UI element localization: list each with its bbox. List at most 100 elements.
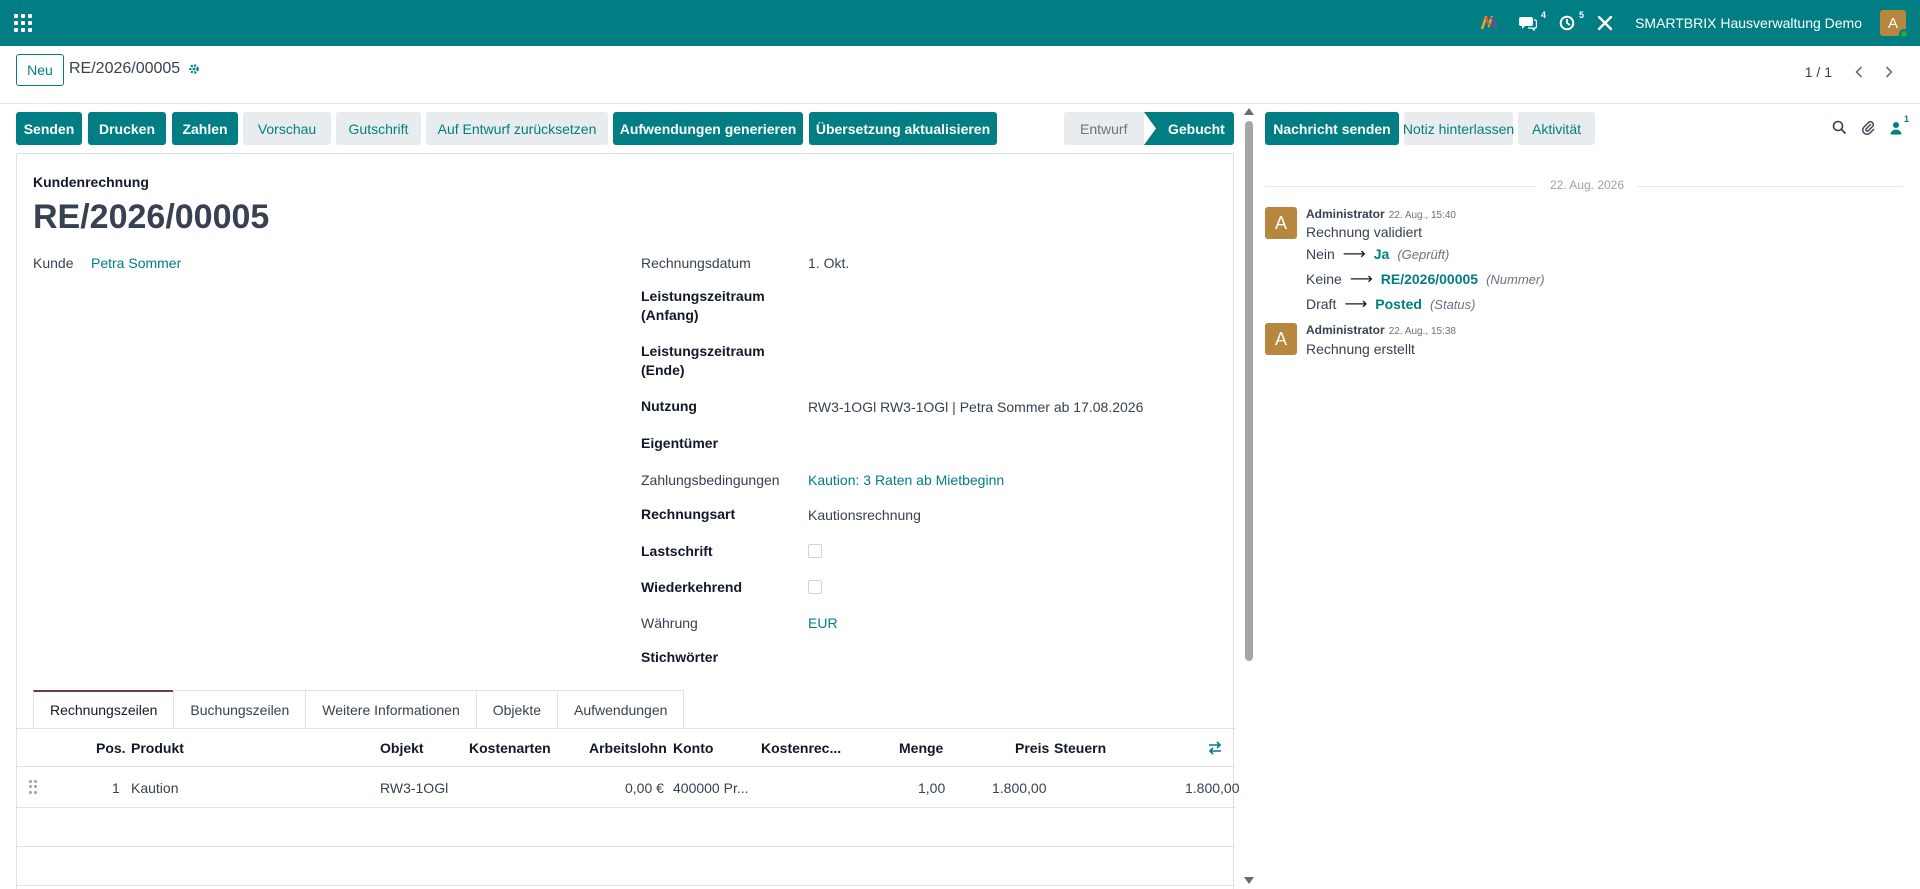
- tab-journal-items[interactable]: Buchungszeilen: [173, 690, 307, 728]
- new-button[interactable]: Neu: [16, 54, 64, 86]
- activities-clock-icon[interactable]: 5: [1559, 10, 1584, 31]
- form-statusbar: Senden Drucken Zahlen Vorschau Gutschrif…: [16, 112, 1234, 146]
- date-separator-text: 22. Aug. 2026: [1549, 178, 1625, 192]
- col-object[interactable]: Objekt: [380, 740, 424, 756]
- col-account[interactable]: Konto: [673, 740, 713, 756]
- user-avatar-letter: A: [1887, 14, 1898, 32]
- scrollbar-thumb[interactable]: [1245, 121, 1253, 661]
- table-empty-row: [17, 809, 1235, 847]
- user-avatar[interactable]: A: [1880, 10, 1909, 39]
- period-start-label: Leistungszeitraum (Anfang): [641, 288, 765, 323]
- chatter-toolbar-icons: 1: [1818, 114, 1909, 135]
- send-button[interactable]: Senden: [16, 112, 82, 145]
- col-pos[interactable]: Pos.: [96, 740, 126, 756]
- recurring-label: Wiederkehrend: [641, 579, 743, 595]
- form-sheet: Kundenrechnung RE/2026/00005 Kunde Petra…: [16, 153, 1240, 889]
- tracking-old-value: Nein: [1306, 246, 1335, 262]
- customer-field[interactable]: Petra Sommer: [91, 255, 181, 271]
- col-quantity[interactable]: Menge: [899, 740, 943, 756]
- paperclip-icon[interactable]: [1861, 120, 1876, 135]
- cell-subtotal: 1.800,00: [1185, 780, 1240, 796]
- search-icon[interactable]: [1832, 120, 1847, 135]
- apps-menu-icon[interactable]: [14, 14, 32, 32]
- direct-debit-checkbox[interactable]: [808, 544, 822, 558]
- usage-label: Nutzung: [641, 398, 697, 414]
- debug-tools-icon[interactable]: [1597, 15, 1613, 31]
- cell-price: 1.800,00: [992, 780, 1047, 796]
- col-price[interactable]: Preis: [1015, 740, 1049, 756]
- pager-value[interactable]: 1 / 1: [1805, 64, 1832, 80]
- preview-button[interactable]: Vorschau: [243, 112, 331, 145]
- chatter-panel: Nachricht senden Notiz hinterlassen Akti…: [1258, 104, 1920, 889]
- followers-icon[interactable]: 1: [1890, 114, 1909, 135]
- period-end-label-line1: Leistungszeitraum: [641, 343, 765, 359]
- period-start-label-line1: Leistungszeitraum: [641, 288, 765, 304]
- invoice-date-field[interactable]: 1. Okt.: [808, 255, 849, 271]
- period-start-label-line2: (Anfang): [641, 307, 699, 323]
- notebook-tabs: Rechnungszeilen Buchungszeilen Weitere I…: [33, 690, 685, 728]
- company-switcher[interactable]: SMARTBRIX Hausverwaltung Demo: [1635, 15, 1862, 31]
- col-product[interactable]: Produkt: [131, 740, 184, 756]
- gear-icon[interactable]: [188, 63, 200, 75]
- reset-to-draft-button[interactable]: Auf Entwurf zurücksetzen: [426, 112, 608, 145]
- invoice-date-label: Rechnungsdatum: [641, 255, 751, 271]
- tab-expenses[interactable]: Aufwendungen: [557, 690, 685, 728]
- payment-terms-field[interactable]: Kaution: 3 Raten ab Mietbeginn: [808, 472, 1004, 488]
- tracking-value: Nein ⟶ Ja (Geprüft): [1306, 244, 1449, 264]
- message-date: 22. Aug., 15:38: [1388, 326, 1456, 337]
- message-author-name[interactable]: Administrator: [1306, 323, 1385, 337]
- tab-invoice-lines[interactable]: Rechnungszeilen: [33, 690, 175, 728]
- drag-handle-icon[interactable]: [29, 780, 39, 794]
- invoice-kind-field[interactable]: Kautionsrechnung: [808, 507, 921, 523]
- credit-note-button[interactable]: Gutschrift: [336, 112, 421, 145]
- pager-next-icon[interactable]: [1874, 58, 1904, 86]
- stage-posted[interactable]: Gebucht: [1144, 112, 1234, 145]
- tracking-new-value: Posted: [1375, 296, 1422, 312]
- optional-columns-toggle-icon[interactable]: [1207, 740, 1223, 759]
- tracking-new-value: Ja: [1373, 246, 1390, 262]
- date-separator: 22. Aug. 2026: [1266, 178, 1902, 194]
- brand-logo-icon[interactable]: [1481, 16, 1498, 30]
- followers-count: 1: [1903, 113, 1909, 124]
- online-status-dot: [1899, 29, 1909, 39]
- send-message-button[interactable]: Nachricht senden: [1265, 112, 1399, 145]
- message-author-avatar[interactable]: A: [1265, 323, 1297, 355]
- tags-label: Stichwörter: [641, 649, 719, 665]
- customer-label: Kunde: [33, 255, 74, 271]
- stage-draft[interactable]: Entwurf: [1064, 112, 1144, 145]
- cell-quantity: 1,00: [918, 780, 946, 796]
- col-cost-types[interactable]: Kostenarten: [469, 740, 551, 756]
- arrow-right-icon: ⟶: [1344, 296, 1368, 313]
- tab-other-info[interactable]: Weitere Informationen: [305, 690, 477, 728]
- col-taxes[interactable]: Steuern: [1054, 740, 1106, 756]
- arrow-right-icon: ⟶: [1342, 246, 1366, 263]
- recurring-checkbox[interactable]: [808, 580, 822, 594]
- activity-button[interactable]: Aktivität: [1518, 112, 1595, 145]
- scroll-down-arrow-icon[interactable]: [1244, 877, 1254, 884]
- cell-product[interactable]: Kaution: [131, 780, 178, 796]
- col-labor[interactable]: Arbeitslohn: [589, 740, 667, 756]
- log-note-button[interactable]: Notiz hinterlassen: [1403, 112, 1514, 145]
- pay-button[interactable]: Zahlen: [172, 112, 238, 145]
- col-cost-center[interactable]: Kostenrec...: [761, 740, 841, 756]
- invoice-kind-label: Rechnungsart: [641, 506, 736, 522]
- print-button[interactable]: Drucken: [88, 112, 166, 145]
- update-translation-button[interactable]: Übersetzung aktualisieren: [809, 112, 997, 145]
- tracking-value: Draft ⟶ Posted (Status): [1306, 294, 1475, 314]
- tab-objects[interactable]: Objekte: [475, 690, 558, 728]
- scroll-up-arrow-icon[interactable]: [1244, 108, 1254, 115]
- messages-count-badge: 4: [1541, 10, 1547, 20]
- document-name: RE/2026/00005: [33, 198, 270, 236]
- usage-field[interactable]: RW3-1OGl RW3-1OGl | Petra Sommer ab 17.0…: [808, 399, 1143, 415]
- message-author-avatar[interactable]: A: [1265, 207, 1297, 239]
- messages-icon[interactable]: 4: [1519, 10, 1546, 31]
- pager-previous-icon[interactable]: [1844, 58, 1874, 86]
- tracking-value: Keine ⟶ RE/2026/00005 (Nummer): [1306, 269, 1545, 289]
- message-author: Administrator 22. Aug., 15:40: [1306, 207, 1456, 221]
- table-row[interactable]: 1 Kaution RW3-1OGl 0,00 € 400000 Pr... 1…: [17, 768, 1240, 808]
- generate-expenses-button[interactable]: Aufwendungen generieren: [613, 112, 803, 145]
- cell-object: RW3-1OGl: [380, 780, 449, 796]
- currency-field[interactable]: EUR: [808, 615, 838, 631]
- tracking-old-value: Draft: [1306, 296, 1337, 312]
- message-author-name[interactable]: Administrator: [1306, 207, 1385, 221]
